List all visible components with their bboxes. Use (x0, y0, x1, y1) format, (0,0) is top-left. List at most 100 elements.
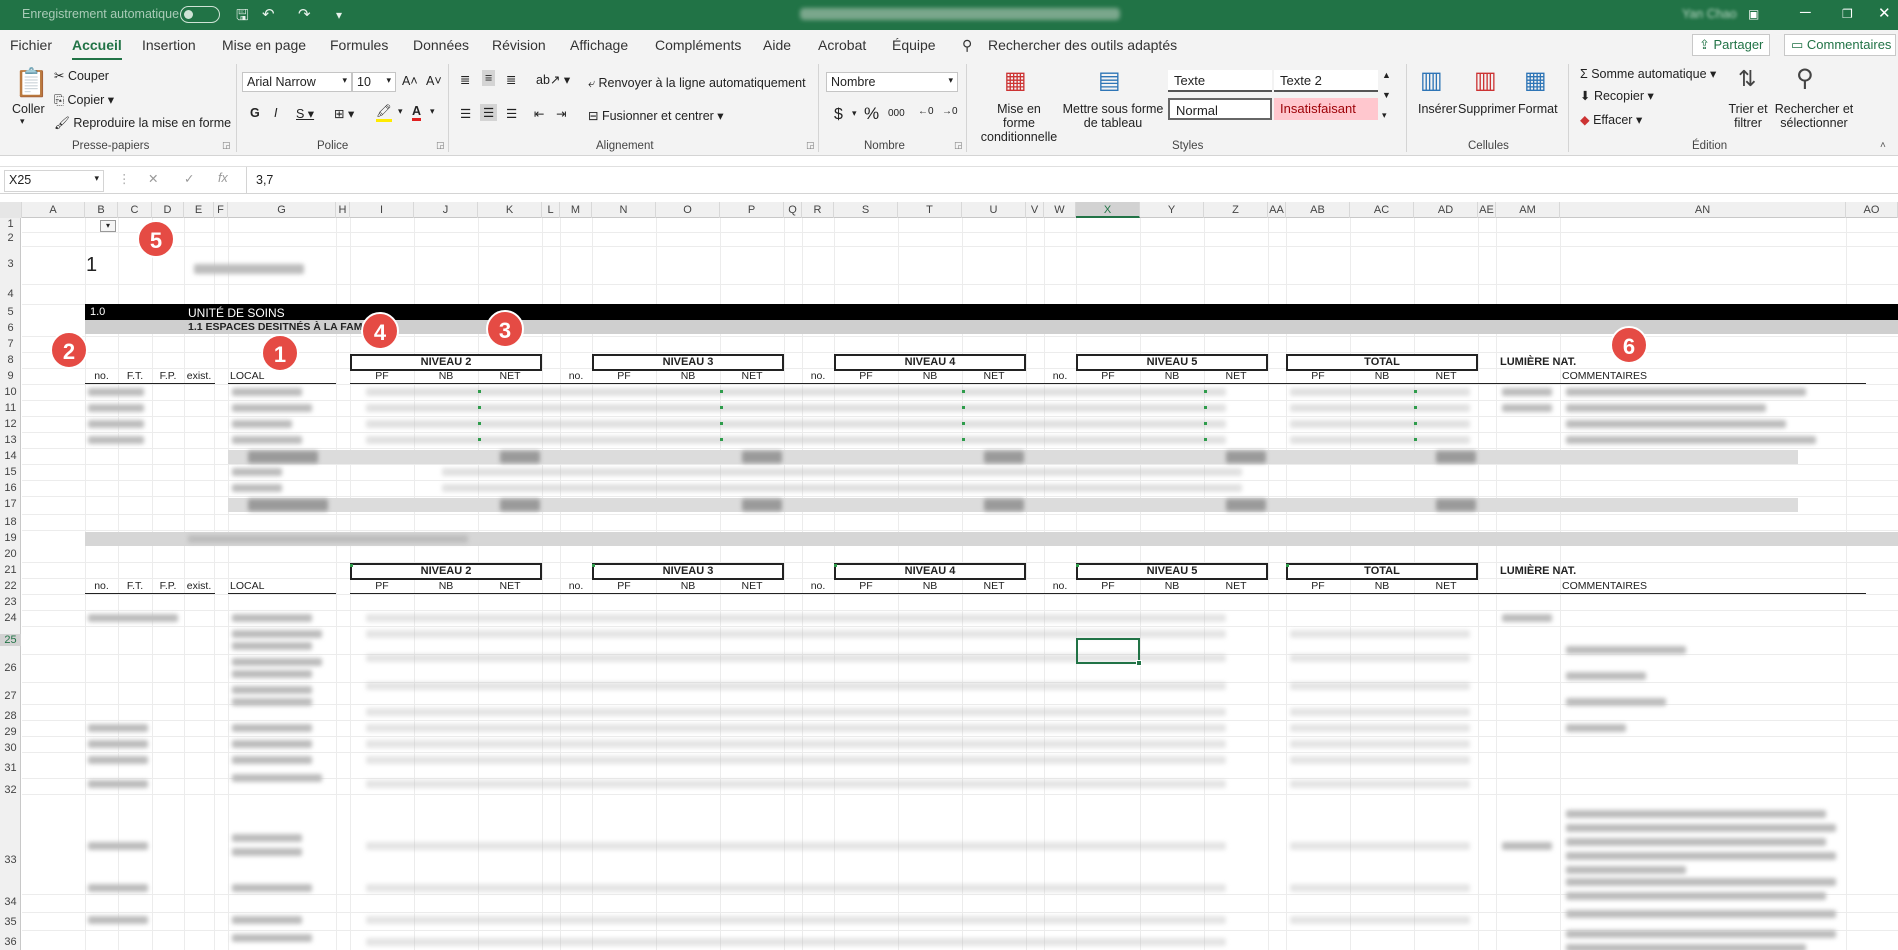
cut-button[interactable]: ✂ Couper (54, 68, 109, 83)
column-header[interactable]: N (592, 202, 656, 218)
tab-revision[interactable]: Révision (492, 37, 546, 53)
row-header[interactable]: 26 (0, 662, 21, 674)
conditional-format-icon[interactable]: ▦ (1004, 66, 1027, 95)
row-header[interactable]: 8 (0, 354, 21, 366)
percent-icon[interactable]: % (864, 104, 879, 124)
decrease-indent-icon[interactable]: ⇤ (534, 106, 544, 121)
find-icon[interactable]: ⚲ (1796, 64, 1814, 93)
row-header[interactable]: 34 (0, 896, 21, 908)
find-select-button[interactable]: Rechercher et sélectionner (1774, 102, 1854, 130)
column-header[interactable]: Q (784, 202, 802, 218)
enter-icon[interactable]: ✓ (184, 171, 194, 186)
tab-donnees[interactable]: Données (413, 37, 469, 53)
column-header[interactable]: K (478, 202, 542, 218)
row-header[interactable]: 2 (0, 232, 21, 244)
minimize-icon[interactable]: ─ (1800, 4, 1811, 21)
currency-icon[interactable]: $ (834, 106, 843, 124)
chevron-down-icon[interactable]: ▾ (852, 108, 857, 119)
row-header[interactable]: 4 (0, 288, 21, 300)
font-size-select[interactable]: 10 ▾ (352, 72, 396, 92)
decrease-decimal-icon[interactable]: →0 (942, 106, 958, 117)
row-header[interactable]: 28 (0, 710, 21, 722)
select-all-corner[interactable] (0, 202, 22, 218)
autosum-button[interactable]: Σ Somme automatique ▾ (1580, 66, 1716, 81)
row-header[interactable]: 16 (0, 482, 21, 494)
restore-icon[interactable]: ❐ (1842, 7, 1853, 21)
fill-button[interactable]: ⬇ Recopier ▾ (1580, 88, 1654, 103)
undo-icon[interactable]: ↶ (262, 5, 275, 23)
row-header[interactable]: 24 (0, 612, 21, 624)
delete-cells-button[interactable]: Supprimer (1458, 102, 1516, 116)
column-header[interactable]: G (228, 202, 336, 218)
chevron-down-icon[interactable]: ▾ (430, 106, 435, 117)
row-header[interactable]: 15 (0, 466, 21, 478)
row-header[interactable]: 31 (0, 762, 21, 774)
customize-qat-icon[interactable]: ▾ (336, 8, 342, 22)
column-header[interactable]: W (1044, 202, 1076, 218)
row-header[interactable]: 13 (0, 434, 21, 446)
column-header[interactable]: T (898, 202, 962, 218)
column-header[interactable]: L (542, 202, 560, 218)
insert-cells-button[interactable]: Insérer (1418, 102, 1457, 116)
format-as-table-button[interactable]: Mettre sous forme de tableau (1062, 102, 1164, 130)
insert-function-icon[interactable]: fx (218, 171, 228, 185)
thousands-icon[interactable]: 000 (888, 108, 905, 119)
row-header[interactable]: 32 (0, 784, 21, 796)
styles-scroll-up-icon[interactable]: ▲ (1382, 70, 1391, 80)
style-texte-2[interactable]: Texte 2 (1274, 70, 1378, 92)
column-header[interactable]: J (414, 202, 478, 218)
column-header[interactable]: Z (1204, 202, 1268, 218)
orientation-icon[interactable]: ab↗ ▾ (536, 72, 570, 87)
tab-accueil[interactable]: Accueil (72, 37, 122, 61)
column-header[interactable]: D (152, 202, 184, 218)
comments-button[interactable]: ▭ Commentaires (1784, 34, 1896, 56)
row-header[interactable]: 9 (0, 370, 21, 382)
row-header[interactable]: 33 (0, 854, 21, 866)
column-header[interactable]: O (656, 202, 720, 218)
number-format-select[interactable]: Nombre ▾ (826, 72, 958, 92)
style-insatisfaisant[interactable]: Insatisfaisant (1274, 98, 1378, 120)
paste-icon[interactable]: 📋 (14, 66, 49, 99)
column-header[interactable]: I (350, 202, 414, 218)
row-header[interactable]: 1 (0, 218, 21, 230)
column-header[interactable]: S (834, 202, 898, 218)
styles-scroll-down-icon[interactable]: ▼ (1382, 90, 1391, 100)
ribbon-display-icon[interactable]: ▣ (1748, 7, 1759, 21)
column-header[interactable]: F (214, 202, 228, 218)
format-cells-button[interactable]: Format (1518, 102, 1558, 116)
delete-cells-icon[interactable]: ▥ (1474, 66, 1497, 95)
wrap-text-button[interactable]: ⤶ Renvoyer à la ligne automatiquement (588, 76, 806, 91)
format-as-table-icon[interactable]: ▤ (1098, 66, 1121, 95)
row-header[interactable]: 14 (0, 450, 21, 462)
tab-aide[interactable]: Aide (763, 37, 791, 53)
row-header[interactable]: 36 (0, 936, 21, 948)
column-header[interactable]: AB (1286, 202, 1350, 218)
align-center-icon[interactable]: ☰ (480, 104, 498, 121)
search-tools[interactable]: Rechercher des outils adaptés (988, 37, 1177, 53)
row-header[interactable]: 20 (0, 548, 21, 560)
tab-acrobat[interactable]: Acrobat (818, 37, 866, 53)
tab-affichage[interactable]: Affichage (570, 37, 628, 53)
align-top-icon[interactable]: ≣ (460, 72, 470, 87)
format-painter-button[interactable]: 🖌 Reproduire la mise en forme (54, 116, 231, 131)
paste-button[interactable]: Coller (12, 102, 45, 116)
shrink-font-icon[interactable]: A˅ (426, 74, 442, 88)
tab-equipe[interactable]: Équipe (892, 37, 936, 53)
autosave-toggle[interactable] (180, 6, 220, 23)
row-header[interactable]: 27 (0, 690, 21, 702)
column-header[interactable]: H (336, 202, 350, 218)
column-header[interactable]: M (560, 202, 592, 218)
column-header[interactable]: Y (1140, 202, 1204, 218)
number-launcher-icon[interactable]: ◲ (954, 140, 963, 151)
column-header-selected[interactable]: X (1076, 202, 1140, 218)
align-left-icon[interactable]: ☰ (460, 106, 471, 121)
row-header[interactable]: 10 (0, 386, 21, 398)
row-header[interactable]: 6 (0, 322, 21, 334)
filter-dropdown-icon[interactable]: ▾ (100, 220, 116, 232)
column-header[interactable]: AN (1560, 202, 1846, 218)
column-header[interactable]: AA (1268, 202, 1286, 218)
chevron-down-icon[interactable]: ▾ (398, 106, 403, 117)
align-right-icon[interactable]: ☰ (506, 106, 517, 121)
font-launcher-icon[interactable]: ◲ (436, 140, 445, 151)
search-icon[interactable]: ⚲ (962, 37, 972, 54)
